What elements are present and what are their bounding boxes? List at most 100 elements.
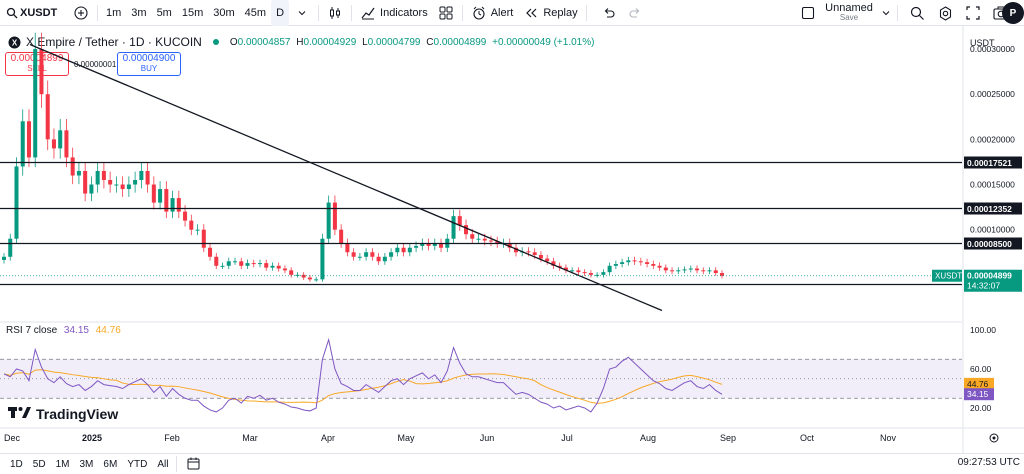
- compare-button[interactable]: [68, 0, 94, 26]
- rsi-value: 34.15: [63, 325, 89, 336]
- candle-body: [563, 267, 568, 271]
- chevron-down-icon[interactable]: [878, 5, 894, 21]
- time-axis[interactable]: Dec 2025 Feb Mar Apr May Jun Jul Aug Sep Oct Nov: [0, 427, 1024, 443]
- settings-gear-icon[interactable]: [937, 5, 953, 21]
- candle-body: [401, 247, 406, 253]
- indicators-label: Indicators: [380, 6, 428, 19]
- range-all[interactable]: All: [152, 459, 173, 470]
- layout-square-icon[interactable]: [800, 5, 816, 21]
- goto-date-button[interactable]: [180, 455, 206, 473]
- tradingview-logo[interactable]: TradingView: [8, 405, 118, 422]
- candle-body: [457, 216, 462, 226]
- candle-body: [208, 247, 213, 257]
- candle-body: [601, 272, 606, 275]
- candle-body: [176, 198, 181, 212]
- symbol-search[interactable]: XUSDT: [0, 5, 68, 21]
- candle-body: [682, 269, 687, 271]
- candle-body: [151, 184, 156, 203]
- candle-body: [289, 270, 294, 275]
- market-open-dot-icon: [208, 34, 224, 50]
- interval-dropdown[interactable]: [289, 0, 315, 26]
- candle-body: [307, 277, 312, 280]
- time-tick-label: Dec: [4, 433, 21, 443]
- level-label: 0.00008500: [967, 239, 1012, 249]
- undo-button[interactable]: [596, 0, 622, 26]
- replay-button[interactable]: Replay: [518, 0, 582, 26]
- last-symbol-label: XUSDT: [935, 272, 962, 281]
- series-legend: X X Empire / Tether · 1D · KUCOIN O0.000…: [6, 34, 594, 50]
- svg-text:X: X: [11, 38, 17, 47]
- trendline[interactable]: [29, 43, 663, 312]
- interval-30m[interactable]: 30m: [208, 0, 239, 26]
- candle-body: [638, 261, 643, 263]
- range-1d[interactable]: 1D: [5, 459, 28, 470]
- fullscreen-icon[interactable]: [965, 5, 981, 21]
- candle-body: [264, 263, 269, 268]
- alert-label: Alert: [490, 6, 514, 19]
- candle-body: [282, 268, 287, 271]
- candle-body: [676, 270, 681, 272]
- templates-button[interactable]: [433, 0, 459, 26]
- utc-clock[interactable]: 09:27:53 UTC: [958, 457, 1020, 468]
- interval-15m[interactable]: 15m: [177, 0, 208, 26]
- rsi-ma-value: 44.76: [95, 325, 121, 336]
- redo-button[interactable]: [622, 0, 648, 26]
- price-axis[interactable]: 0.000300000.000250000.000200000.00015000…: [0, 26, 1022, 453]
- open-value: 0.00004857: [237, 36, 291, 48]
- rsi-band: [0, 359, 962, 399]
- sell-button[interactable]: 0.00004899 SELL: [5, 52, 69, 76]
- quick-search-icon[interactable]: [909, 5, 925, 21]
- candle-body: [551, 261, 556, 266]
- candle-body: [101, 170, 106, 180]
- range-1m[interactable]: 1M: [51, 459, 75, 470]
- candle-body: [557, 265, 562, 268]
- series-title: X Empire / Tether · 1D · KUCOIN: [26, 35, 202, 49]
- candle-body: [576, 270, 581, 273]
- user-avatar[interactable]: P: [1002, 2, 1024, 24]
- layout-area: Unnamed Save: [800, 0, 1009, 26]
- candle-body: [470, 234, 475, 239]
- price-tick-label: 0.00015000: [970, 180, 1015, 190]
- candle-body: [45, 94, 50, 140]
- alert-button[interactable]: Alert: [466, 0, 519, 26]
- rsi-value-box: [964, 388, 994, 401]
- time-tick-label: 2025: [82, 433, 102, 443]
- interval-5m[interactable]: 5m: [152, 0, 177, 26]
- chart-type-button[interactable]: [322, 0, 348, 26]
- sell-label: SELL: [27, 64, 47, 73]
- currency-selector[interactable]: USDT: [970, 38, 995, 48]
- rsi-pane: 100.0060.0020.0044.7634.15: [0, 321, 996, 413]
- symbol-logo-icon: X: [6, 34, 22, 50]
- range-ytd[interactable]: YTD: [122, 459, 152, 470]
- horizontal-levels[interactable]: 0.00017521 0.00012352 0.00008500 0.00004000: [0, 156, 1022, 291]
- candle-body: [451, 216, 456, 239]
- candle-body: [220, 265, 225, 267]
- candle-body: [426, 243, 431, 246]
- interval-d[interactable]: D: [271, 0, 290, 26]
- range-6m[interactable]: 6M: [98, 459, 122, 470]
- separator: [461, 4, 463, 21]
- time-tick-label: Feb: [164, 433, 180, 443]
- range-3m[interactable]: 3M: [75, 459, 99, 470]
- candle-body: [488, 240, 494, 242]
- interval-45m[interactable]: 45m: [240, 0, 271, 26]
- candle-body: [538, 254, 543, 259]
- buy-button[interactable]: 0.00004900 BUY: [117, 52, 181, 76]
- buy-label: BUY: [140, 64, 158, 73]
- candle-body: [114, 184, 119, 186]
- indicators-button[interactable]: Indicators: [355, 0, 433, 26]
- last-symbol-box: [932, 269, 962, 282]
- candle-body: [1, 256, 7, 260]
- time-tick-label: Nov: [880, 433, 897, 443]
- candle-body: [301, 274, 306, 278]
- grid-icon: [438, 5, 454, 21]
- candle-body: [120, 184, 125, 190]
- candle-body: [332, 202, 337, 230]
- interval-1m[interactable]: 1m: [101, 0, 126, 26]
- layout-name-button[interactable]: Unnamed Save: [824, 3, 874, 23]
- interval-3m[interactable]: 3m: [126, 0, 151, 26]
- range-5d[interactable]: 5D: [28, 459, 51, 470]
- layout-name: Unnamed: [825, 2, 873, 14]
- candle-body: [663, 267, 668, 271]
- candle-body: [76, 170, 81, 176]
